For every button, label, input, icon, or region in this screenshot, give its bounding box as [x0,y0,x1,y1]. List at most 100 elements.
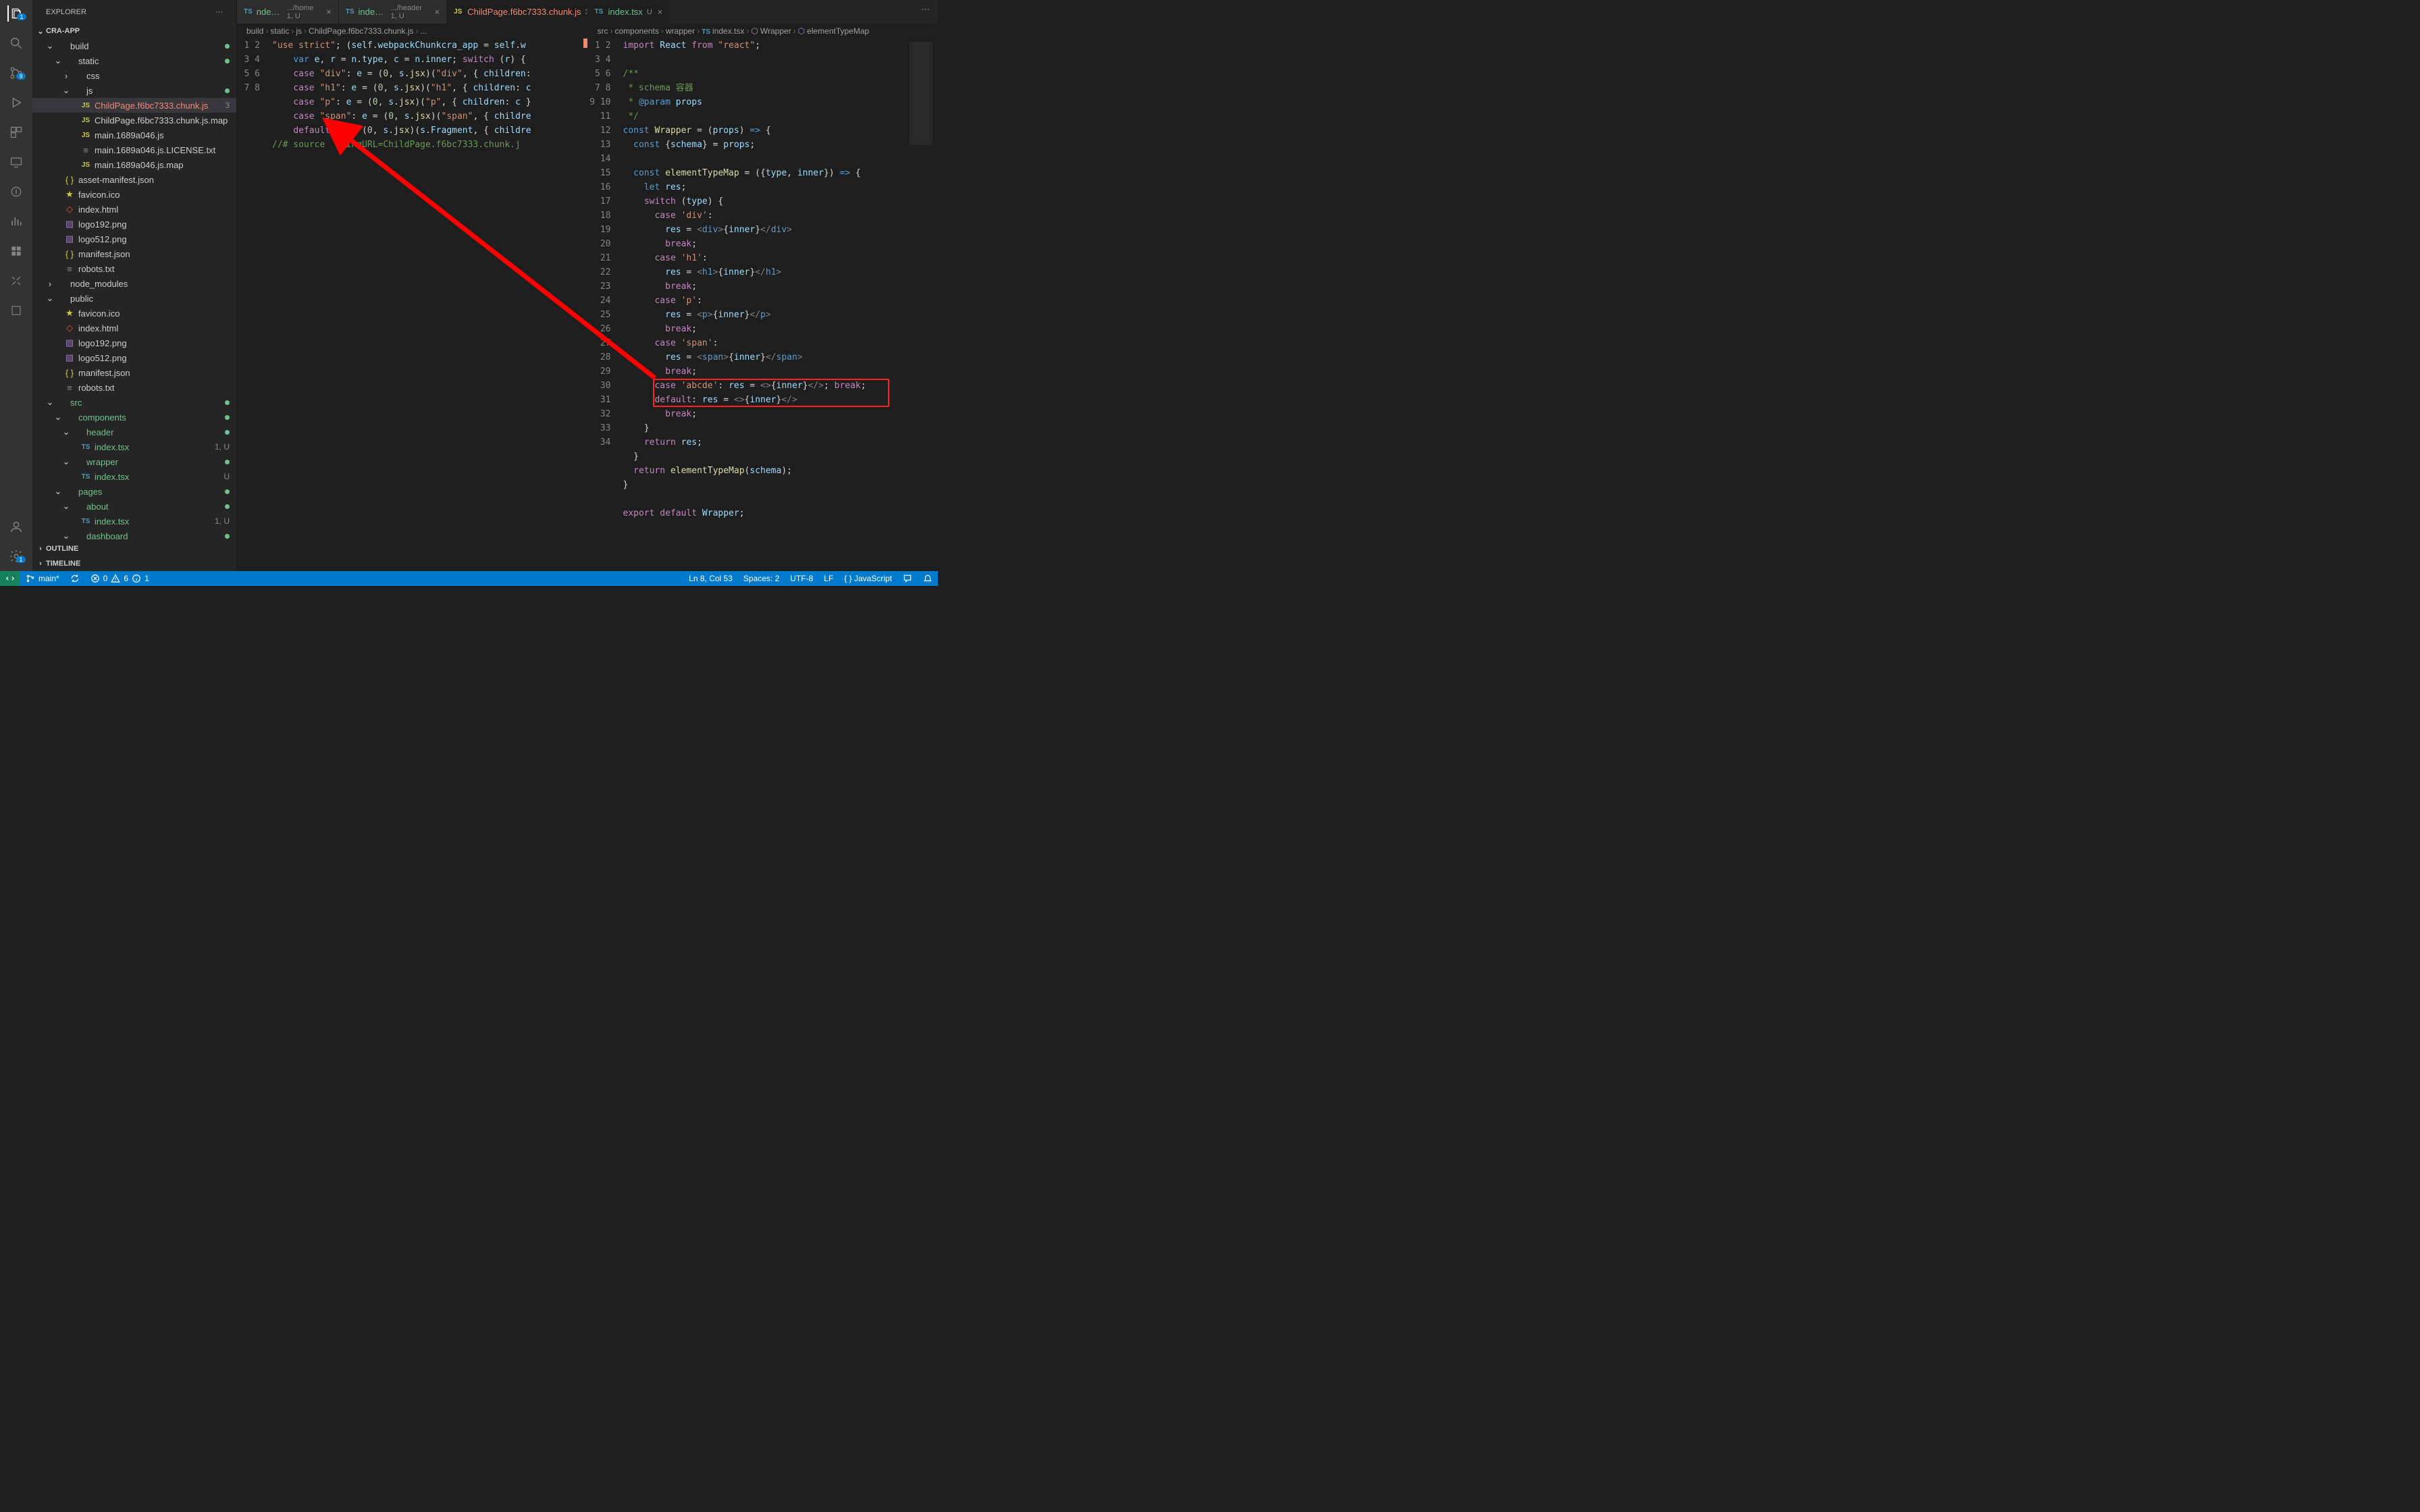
tree-row[interactable]: ≡robots.txt [32,380,236,395]
graph-icon[interactable] [8,213,24,230]
tree-row[interactable]: ›css [32,68,236,83]
tree-row[interactable]: JSmain.1689a046.js.map [32,157,236,172]
scm-icon[interactable]: 9 [8,65,24,81]
tab[interactable]: TSindex.tsxU× [588,0,670,24]
extensions-icon[interactable] [8,124,24,140]
feedback-icon[interactable] [897,574,918,583]
breadcrumbs-1[interactable]: build›static›js›ChildPage.f6bc7333.chunk… [237,24,587,38]
sidebar: EXPLORER ⋯ ⌄ CRA-APP ⌄build⌄static›css⌄j… [32,0,236,571]
grid-icon[interactable] [8,243,24,259]
tab-bar-2: TSindex.tsxU× [588,0,939,24]
crumb[interactable]: src [598,26,608,36]
tree-row[interactable]: ◇index.html [32,321,236,335]
crumb[interactable]: ⬡Wrapper [751,26,791,36]
encoding[interactable]: UTF-8 [785,574,818,583]
indent[interactable]: Spaces: 2 [738,574,785,583]
tree-row[interactable]: ›node_modules [32,276,236,291]
tree-row[interactable]: TSindex.tsx1, U [32,439,236,454]
breadcrumbs-2[interactable]: src›components›wrapper›TSindex.tsx›⬡Wrap… [588,24,939,38]
tree-row[interactable]: ⌄dashboard [32,529,236,541]
explorer-badge: 1 [17,14,26,20]
editor-group-1: TSndex.tsx.../home 1, U×TSindex.tsx.../h… [236,0,587,571]
bell-icon[interactable] [918,574,938,583]
debug-icon[interactable] [8,94,24,111]
problems[interactable]: 0 6 1 [85,571,155,586]
tree-row[interactable]: ⌄build [32,38,236,53]
crumb[interactable]: ... [420,26,427,36]
sync-icon[interactable] [65,571,85,586]
minimap[interactable] [904,38,938,571]
tree-row[interactable]: ▧logo192.png [32,217,236,232]
crumb[interactable]: TSindex.tsx [702,26,744,36]
code-editor-1[interactable]: 1 2 3 4 5 6 7 8 "use strict"; (self.webp… [237,38,587,571]
status-bar: main* 0 6 1 Ln 8, Col 53 Spaces: 2 UTF-8… [0,571,938,586]
scm-badge: 9 [16,73,26,80]
tree-row[interactable]: TSindex.tsx1, U [32,514,236,529]
tree-row[interactable]: JSmain.1689a046.js [32,128,236,142]
sidebar-title: EXPLORER [46,8,86,16]
tree-row[interactable]: ▧logo512.png [32,232,236,246]
highlight-box [653,379,889,407]
remote-icon[interactable] [8,154,24,170]
more-icon[interactable]: ⋯ [215,7,223,16]
remote-indicator[interactable] [0,571,20,586]
tree-row[interactable]: ≡main.1689a046.js.LICENSE.txt [32,142,236,157]
tree-row[interactable]: ⌄src [32,395,236,410]
tree-row[interactable]: ⌄wrapper [32,454,236,469]
crumb[interactable]: ChildPage.f6bc7333.chunk.js [309,26,413,36]
tab-bar-1: TSndex.tsx.../home 1, U×TSindex.tsx.../h… [237,0,587,24]
tree-row[interactable]: ▧logo192.png [32,335,236,350]
chevron-down-icon: ⌄ [35,27,46,36]
tree-row[interactable]: { }manifest.json [32,246,236,261]
sidebar-header: EXPLORER ⋯ [32,0,236,24]
outline-section[interactable]: ›OUTLINE [32,541,236,556]
crumb[interactable]: components [615,26,659,36]
tab[interactable]: TSindex.tsx.../header 1, U× [339,0,447,24]
tab[interactable]: JSChildPage.f6bc7333.chunk.js3● [447,0,587,24]
tree-row[interactable]: { }asset-manifest.json [32,172,236,187]
tools-icon[interactable] [8,273,24,289]
tree-row[interactable]: ⌄static [32,53,236,68]
tree-row[interactable]: JSChildPage.f6bc7333.chunk.js3 [32,98,236,113]
tab[interactable]: TSndex.tsx.../home 1, U× [237,0,339,24]
editor-group-2: TSindex.tsxU× src›components›wrapper›TSi… [587,0,939,571]
crumb[interactable]: js [296,26,302,36]
tree-row[interactable]: ⌄pages [32,484,236,499]
tree-row[interactable]: { }manifest.json [32,365,236,380]
cursor-position[interactable]: Ln 8, Col 53 [683,574,738,583]
tree-row[interactable]: ⌄public [32,291,236,306]
settings-icon[interactable]: 1 [8,548,24,564]
explorer-icon[interactable]: 1 [7,5,24,22]
tree-row[interactable]: TSindex.tsxU [32,469,236,484]
eol[interactable]: LF [818,574,839,583]
testing-icon[interactable] [8,184,24,200]
language[interactable]: { } JavaScript [839,574,897,583]
menu-icon[interactable]: ⋯ [921,4,930,15]
tree-row[interactable]: ◇index.html [32,202,236,217]
project-name: CRA-APP [46,27,80,35]
tree-row[interactable]: ⌄header [32,425,236,439]
tree-row[interactable]: ⌄components [32,410,236,425]
tree-row[interactable]: ★favicon.ico [32,187,236,202]
git-branch[interactable]: main* [20,571,65,586]
square-icon[interactable] [8,302,24,319]
timeline-section[interactable]: ›TIMELINE [32,556,236,571]
account-icon[interactable] [8,518,24,535]
file-tree[interactable]: ⌄build⌄static›css⌄jsJSChildPage.f6bc7333… [32,38,236,541]
overview-ruler-error [583,38,587,48]
activity-bar: 1 9 1 [0,0,32,571]
editor-area: TSndex.tsx.../home 1, U×TSindex.tsx.../h… [236,0,938,571]
project-section[interactable]: ⌄ CRA-APP [32,24,236,38]
tree-row[interactable]: ★favicon.ico [32,306,236,321]
search-icon[interactable] [8,35,24,51]
tree-row[interactable]: JSChildPage.f6bc7333.chunk.js.map [32,113,236,128]
tree-row[interactable]: ≡robots.txt [32,261,236,276]
tree-row[interactable]: ⌄about [32,499,236,514]
crumb[interactable]: wrapper [666,26,695,36]
code-editor-2[interactable]: 1 2 3 4 5 6 7 8 9 10 11 12 13 14 15 16 1… [588,38,939,571]
crumb[interactable]: build [246,26,263,36]
tree-row[interactable]: ⌄js [32,83,236,98]
crumb[interactable]: ⬡elementTypeMap [798,26,870,36]
tree-row[interactable]: ▧logo512.png [32,350,236,365]
crumb[interactable]: static [270,26,289,36]
